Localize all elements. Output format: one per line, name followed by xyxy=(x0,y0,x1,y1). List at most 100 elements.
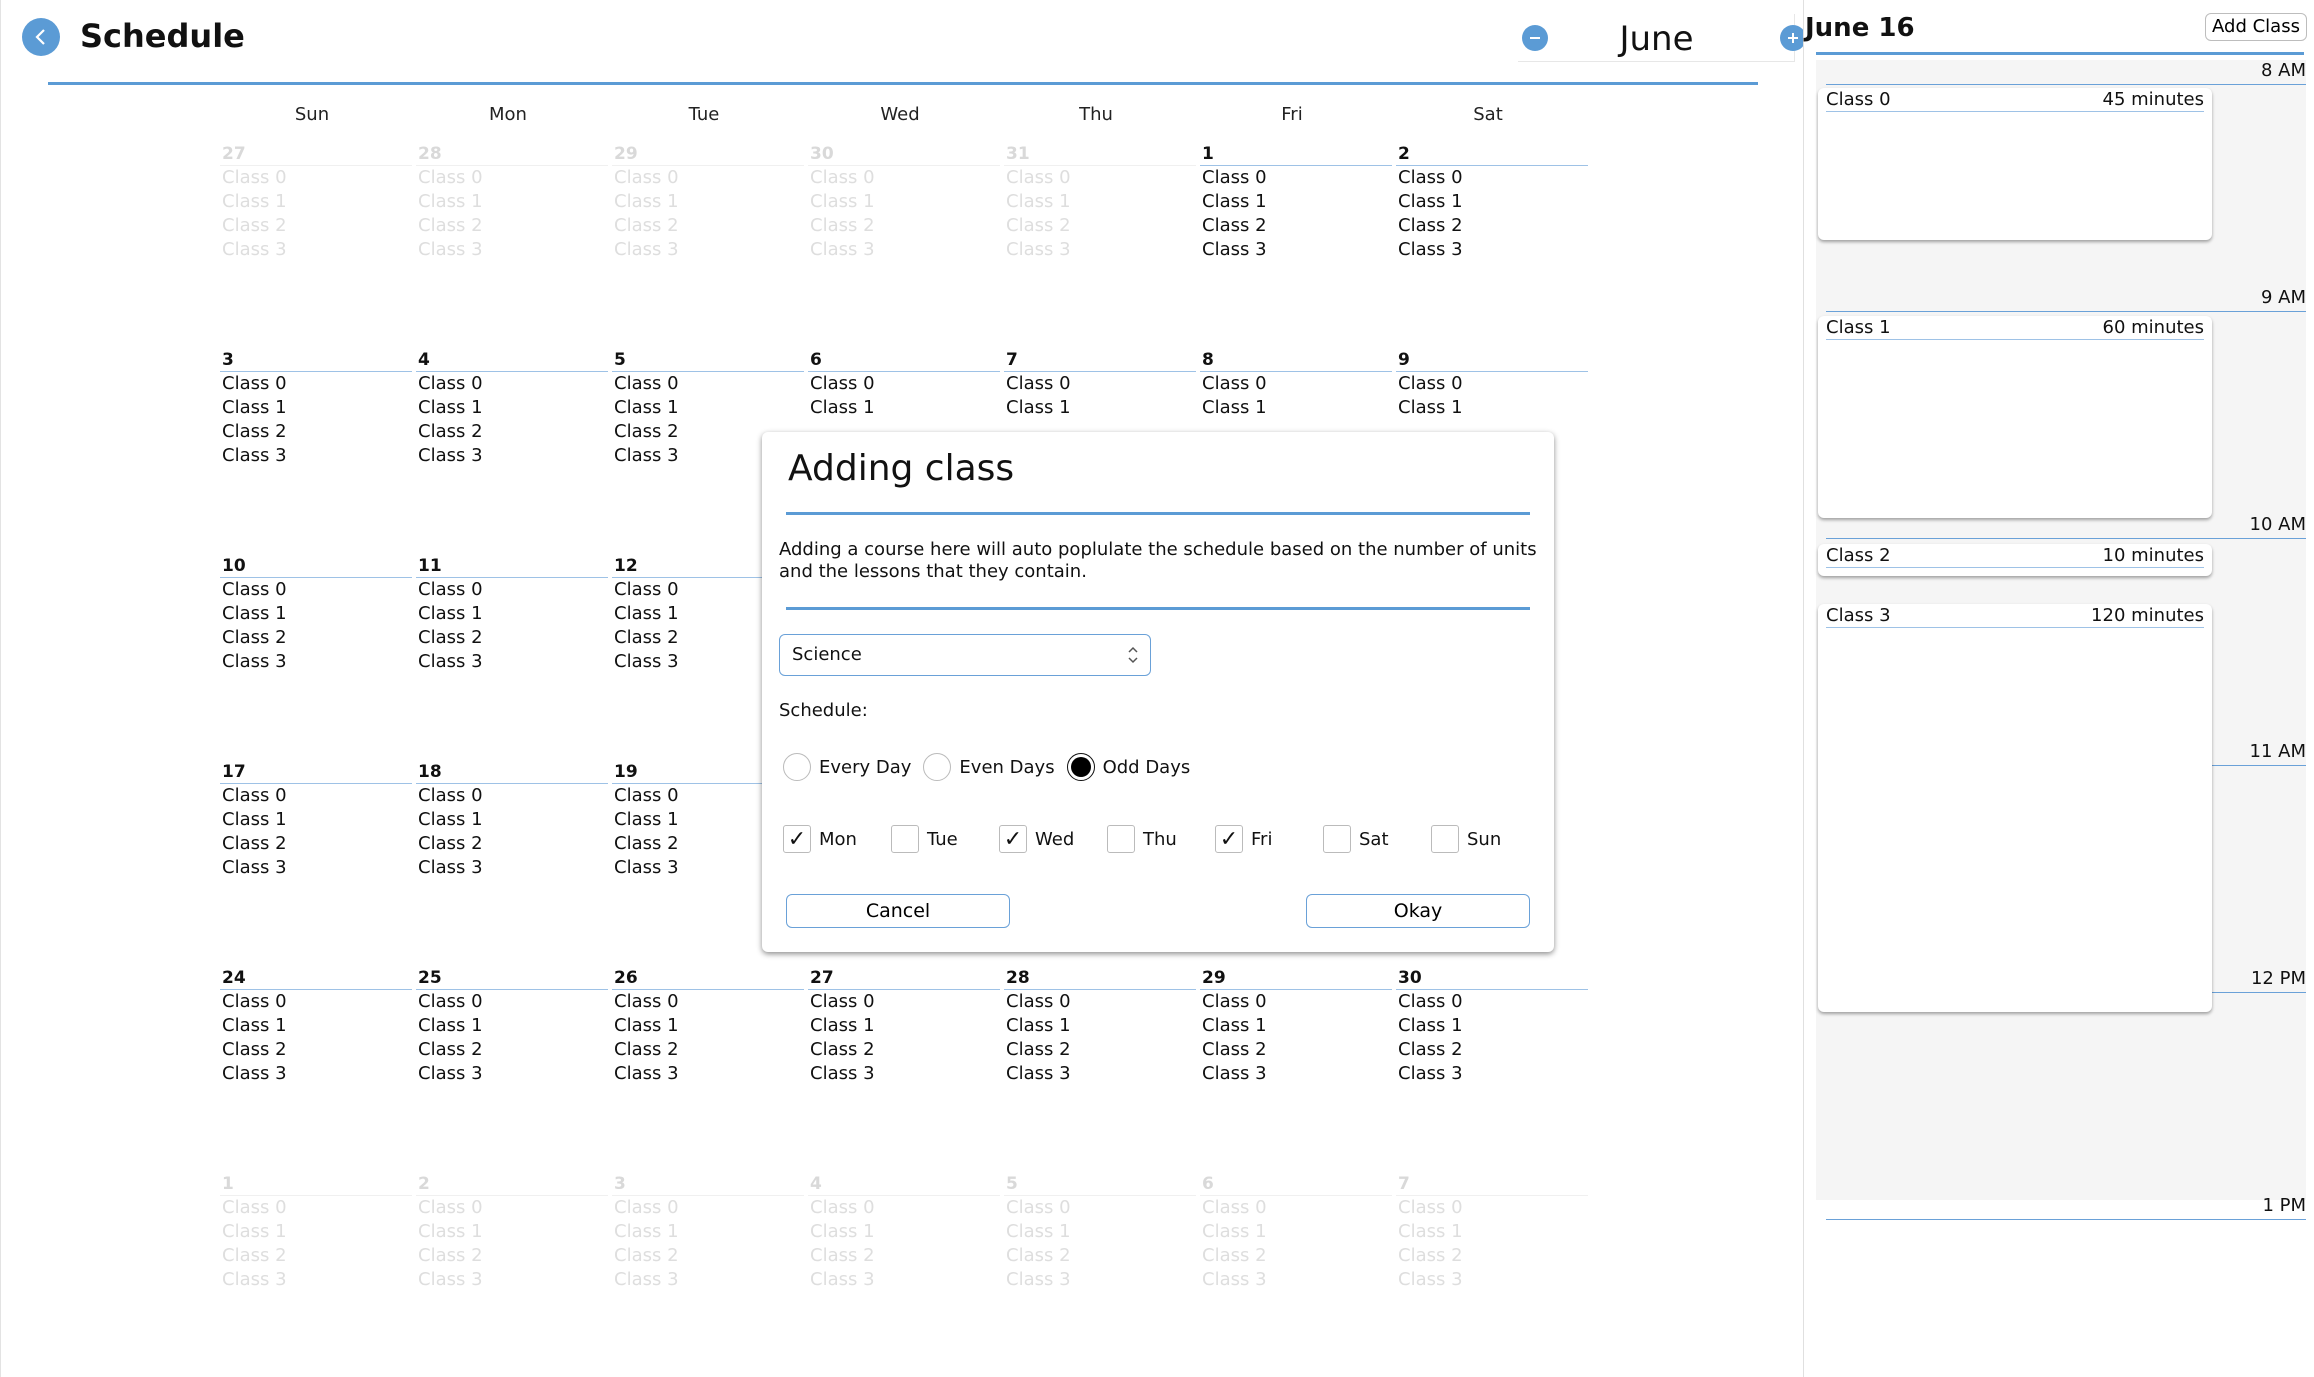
class-entry[interactable]: Class 2 xyxy=(220,832,412,856)
checkbox[interactable] xyxy=(1431,825,1459,853)
class-entry[interactable]: Class 0 xyxy=(808,1196,1000,1220)
class-entry[interactable]: Class 3 xyxy=(808,1268,1000,1292)
class-entry[interactable]: Class 0 xyxy=(1200,372,1392,396)
class-entry[interactable]: Class 0 xyxy=(1396,372,1588,396)
calendar-day[interactable]: 27 Class 0 Class 1 Class 2 Class 3 xyxy=(808,966,1000,1146)
class-entry[interactable]: Class 1 xyxy=(612,396,804,420)
class-entry[interactable]: Class 1 xyxy=(416,1014,608,1038)
class-entry[interactable]: Class 1 xyxy=(1200,190,1392,214)
checkbox-tue[interactable]: Tue xyxy=(891,825,958,853)
class-entry[interactable]: Class 1 xyxy=(808,190,1000,214)
class-entry[interactable]: Class 2 xyxy=(1396,214,1588,238)
class-entry[interactable]: Class 2 xyxy=(808,214,1000,238)
radio-option-every-day[interactable]: Every Day xyxy=(783,753,911,781)
calendar-day[interactable]: 6 Class 0 Class 1 Class 2 Class 3 xyxy=(1200,1172,1392,1352)
class-entry[interactable]: Class 2 xyxy=(1200,1038,1392,1062)
class-entry[interactable]: Class 3 xyxy=(1004,1062,1196,1086)
class-entry[interactable]: Class 0 xyxy=(1200,990,1392,1014)
calendar-day[interactable]: 1 Class 0 Class 1 Class 2 Class 3 xyxy=(220,1172,412,1352)
class-entry[interactable]: Class 1 xyxy=(612,1220,804,1244)
course-select[interactable]: Science xyxy=(779,634,1151,676)
class-entry[interactable]: Class 2 xyxy=(808,1244,1000,1268)
class-entry[interactable]: Class 3 xyxy=(416,444,608,468)
checkbox-sun[interactable]: Sun xyxy=(1431,825,1501,853)
class-entry[interactable]: Class 1 xyxy=(808,396,1000,420)
back-button[interactable] xyxy=(22,18,60,56)
class-entry[interactable]: Class 0 xyxy=(220,990,412,1014)
class-entry[interactable]: Class 1 xyxy=(416,396,608,420)
class-entry[interactable]: Class 1 xyxy=(416,602,608,626)
class-entry[interactable]: Class 1 xyxy=(1004,396,1196,420)
event-card[interactable]: Class 1 60 minutes xyxy=(1818,316,2212,518)
class-entry[interactable]: Class 3 xyxy=(1200,1268,1392,1292)
class-entry[interactable]: Class 1 xyxy=(416,190,608,214)
checkbox[interactable] xyxy=(1107,825,1135,853)
checkbox-thu[interactable]: Thu xyxy=(1107,825,1177,853)
class-entry[interactable]: Class 3 xyxy=(612,238,804,262)
checkbox[interactable]: ✓ xyxy=(1215,825,1243,853)
checkbox[interactable]: ✓ xyxy=(783,825,811,853)
radio-button[interactable] xyxy=(923,753,952,781)
calendar-day[interactable]: 31 Class 0 Class 1 Class 2 Class 3 xyxy=(1004,142,1196,322)
calendar-day[interactable]: 27 Class 0 Class 1 Class 2 Class 3 xyxy=(220,142,412,322)
class-entry[interactable]: Class 3 xyxy=(220,1268,412,1292)
calendar-day[interactable]: 25 Class 0 Class 1 Class 2 Class 3 xyxy=(416,966,608,1146)
class-entry[interactable]: Class 3 xyxy=(220,650,412,674)
class-entry[interactable]: Class 0 xyxy=(220,166,412,190)
checkbox[interactable] xyxy=(1323,825,1351,853)
class-entry[interactable]: Class 2 xyxy=(416,1038,608,1062)
class-entry[interactable]: Class 1 xyxy=(1200,1014,1392,1038)
class-entry[interactable]: Class 1 xyxy=(1004,190,1196,214)
class-entry[interactable]: Class 0 xyxy=(1200,1196,1392,1220)
calendar-day[interactable]: 10 Class 0 Class 1 Class 2 Class 3 xyxy=(220,554,412,734)
class-entry[interactable]: Class 3 xyxy=(612,1268,804,1292)
calendar-day[interactable]: 30 Class 0 Class 1 Class 2 Class 3 xyxy=(808,142,1000,322)
calendar-day[interactable]: 2 Class 0 Class 1 Class 2 Class 3 xyxy=(1396,142,1588,322)
checkbox-fri[interactable]: ✓ Fri xyxy=(1215,825,1272,853)
class-entry[interactable]: Class 3 xyxy=(1396,238,1588,262)
class-entry[interactable]: Class 2 xyxy=(612,1244,804,1268)
class-entry[interactable]: Class 2 xyxy=(416,420,608,444)
checkbox-sat[interactable]: Sat xyxy=(1323,825,1389,853)
class-entry[interactable]: Class 0 xyxy=(416,372,608,396)
class-entry[interactable]: Class 2 xyxy=(220,626,412,650)
class-entry[interactable]: Class 2 xyxy=(416,1244,608,1268)
class-entry[interactable]: Class 3 xyxy=(612,1062,804,1086)
class-entry[interactable]: Class 1 xyxy=(612,1014,804,1038)
class-entry[interactable]: Class 2 xyxy=(612,1038,804,1062)
calendar-day[interactable]: 28 Class 0 Class 1 Class 2 Class 3 xyxy=(416,142,608,322)
class-entry[interactable]: Class 1 xyxy=(416,1220,608,1244)
class-entry[interactable]: Class 0 xyxy=(1200,166,1392,190)
class-entry[interactable]: Class 1 xyxy=(220,1220,412,1244)
radio-button[interactable] xyxy=(1066,753,1095,781)
class-entry[interactable]: Class 0 xyxy=(220,578,412,602)
class-entry[interactable]: Class 3 xyxy=(220,1062,412,1086)
class-entry[interactable]: Class 1 xyxy=(808,1220,1000,1244)
class-entry[interactable]: Class 2 xyxy=(1004,1244,1196,1268)
class-entry[interactable]: Class 2 xyxy=(416,626,608,650)
class-entry[interactable]: Class 3 xyxy=(416,1062,608,1086)
calendar-day[interactable]: 30 Class 0 Class 1 Class 2 Class 3 xyxy=(1396,966,1588,1146)
class-entry[interactable]: Class 0 xyxy=(612,1196,804,1220)
class-entry[interactable]: Class 0 xyxy=(808,990,1000,1014)
calendar-day[interactable]: 29 Class 0 Class 1 Class 2 Class 3 xyxy=(1200,966,1392,1146)
class-entry[interactable]: Class 2 xyxy=(416,832,608,856)
class-entry[interactable]: Class 1 xyxy=(220,808,412,832)
class-entry[interactable]: Class 3 xyxy=(1004,238,1196,262)
class-entry[interactable]: Class 3 xyxy=(416,650,608,674)
calendar-day[interactable]: 17 Class 0 Class 1 Class 2 Class 3 xyxy=(220,760,412,940)
class-entry[interactable]: Class 3 xyxy=(1004,1268,1196,1292)
calendar-day[interactable]: 1 Class 0 Class 1 Class 2 Class 3 xyxy=(1200,142,1392,322)
class-entry[interactable]: Class 2 xyxy=(1004,214,1196,238)
class-entry[interactable]: Class 1 xyxy=(1396,190,1588,214)
class-entry[interactable]: Class 0 xyxy=(416,1196,608,1220)
class-entry[interactable]: Class 0 xyxy=(1004,166,1196,190)
calendar-day[interactable]: 3 Class 0 Class 1 Class 2 Class 3 xyxy=(220,348,412,528)
checkbox[interactable]: ✓ xyxy=(999,825,1027,853)
class-entry[interactable]: Class 0 xyxy=(612,166,804,190)
class-entry[interactable]: Class 1 xyxy=(1200,1220,1392,1244)
class-entry[interactable]: Class 1 xyxy=(612,190,804,214)
class-entry[interactable]: Class 2 xyxy=(220,1244,412,1268)
class-entry[interactable]: Class 0 xyxy=(220,1196,412,1220)
class-entry[interactable]: Class 0 xyxy=(1396,990,1588,1014)
